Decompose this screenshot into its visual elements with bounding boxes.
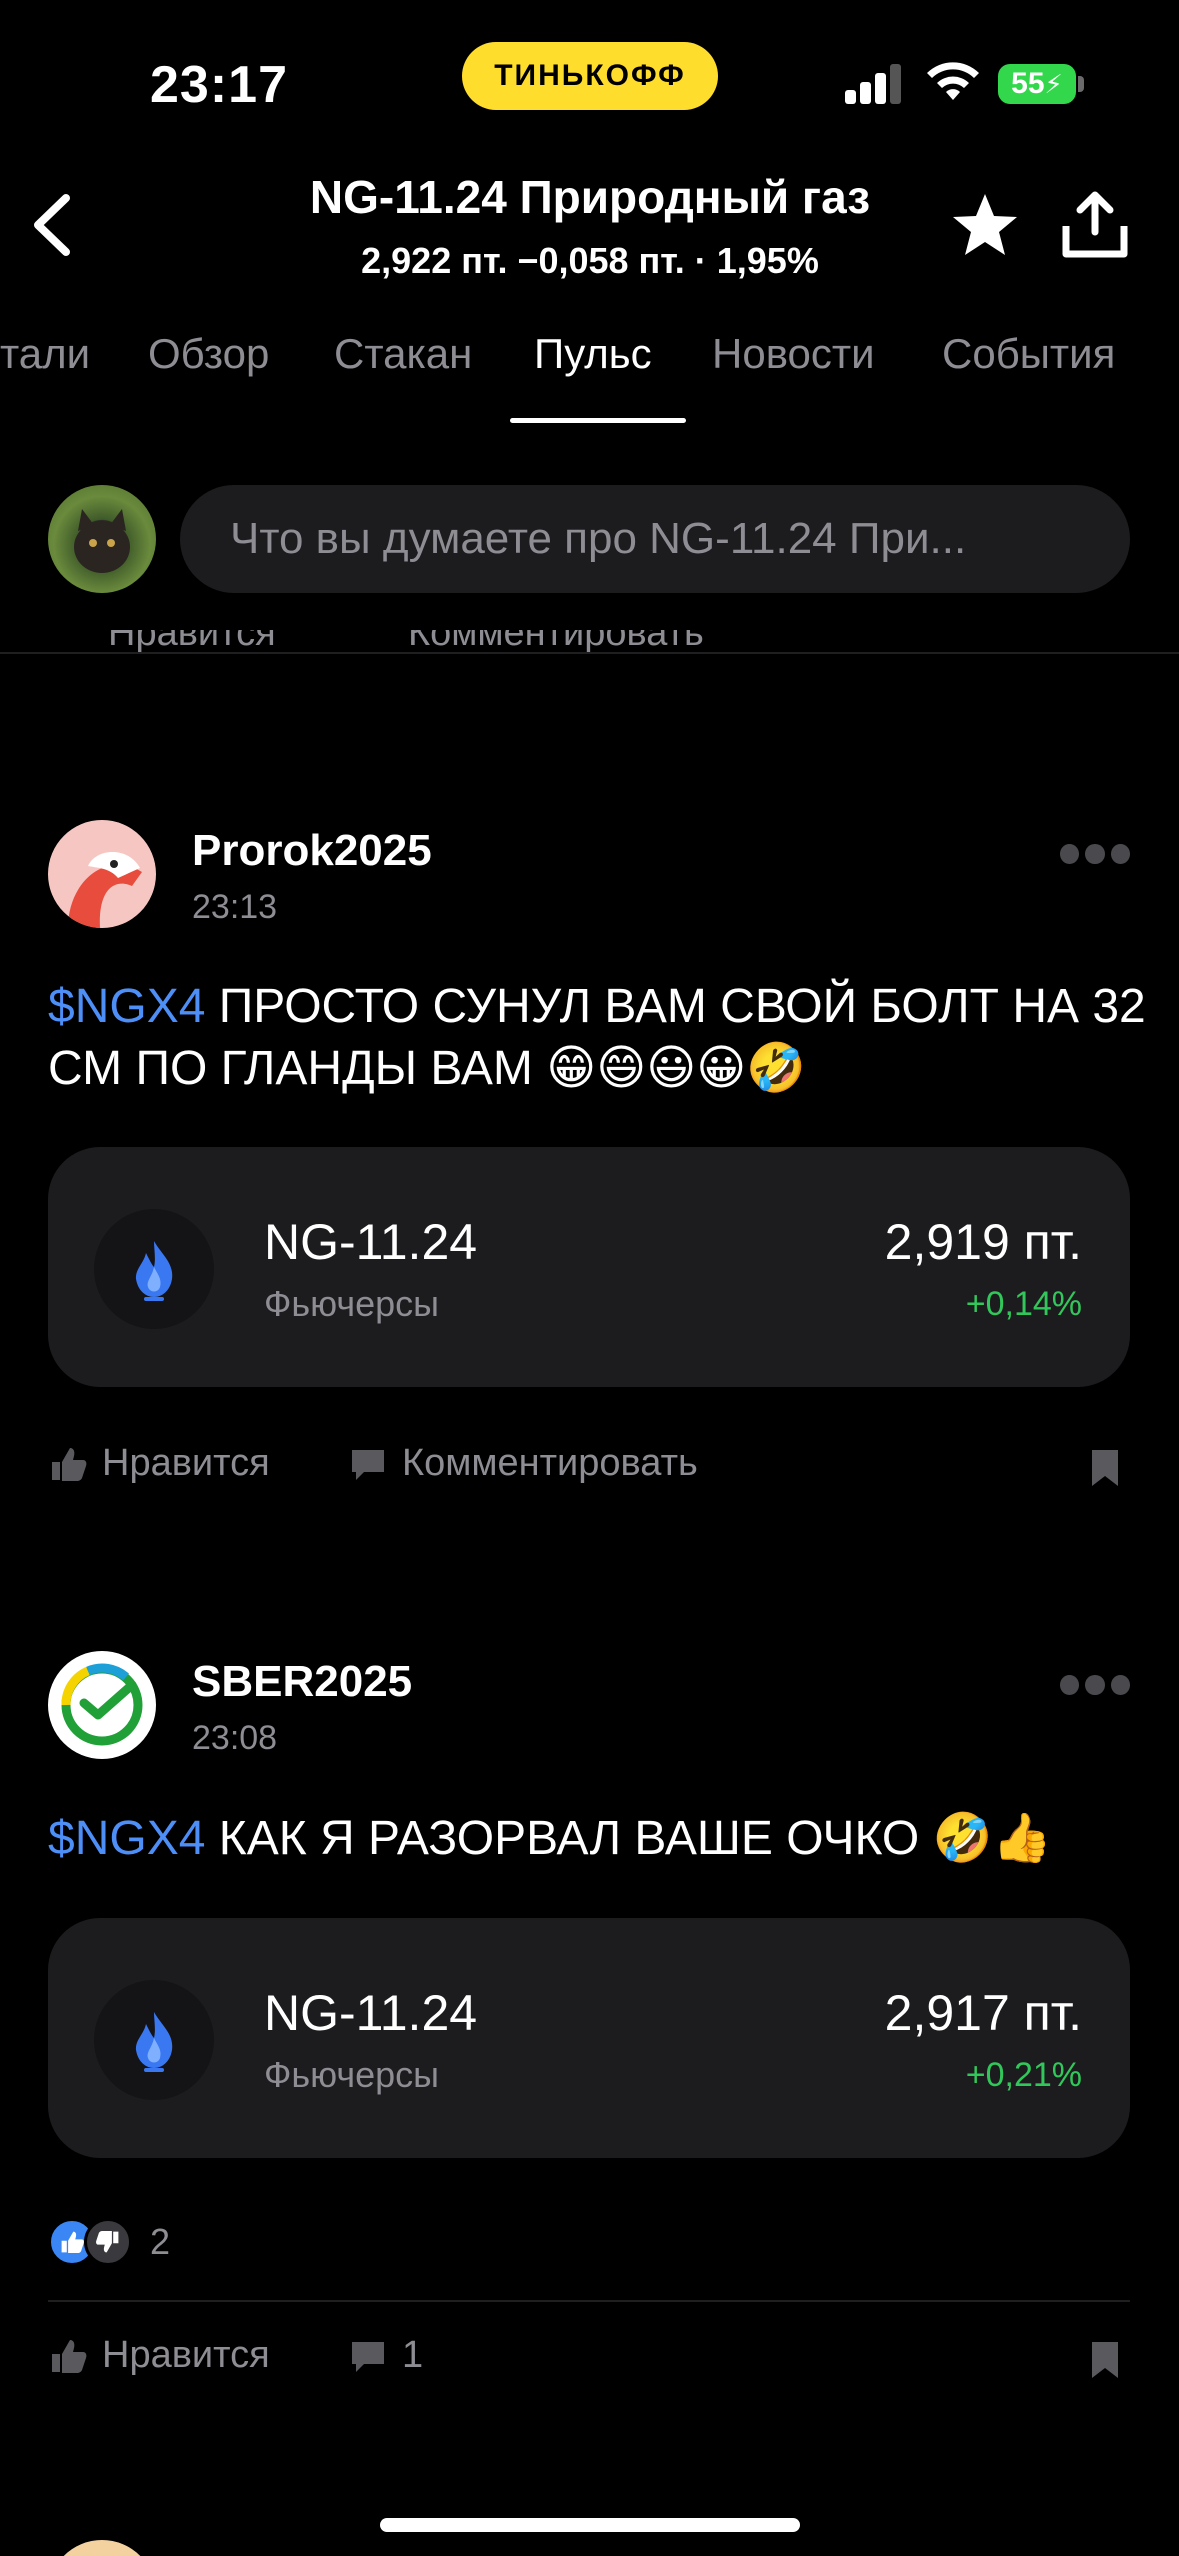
tab-overview[interactable]: Обзор [148, 330, 269, 378]
bookmark-icon[interactable] [1090, 1448, 1120, 1488]
post-author[interactable]: SBER2025 [192, 1657, 412, 1707]
tab-news[interactable]: Новости [712, 330, 875, 378]
prev-comment-label[interactable]: Комментировать [408, 630, 704, 654]
prev-like-label[interactable]: Нравится [108, 630, 276, 654]
instrument-card[interactable]: NG-11.24 Фьючерсы 2,917 пт. +0,21% [48, 1918, 1130, 2158]
cellular-signal-icon [845, 64, 903, 104]
post-actions: Нравится Комментировать [48, 1442, 1130, 1502]
ticker-link[interactable]: $NGX4 [48, 1812, 205, 1865]
dislike-reaction-icon [84, 2218, 132, 2266]
instrument-change: +0,21% [965, 2056, 1082, 2094]
avatar[interactable] [48, 1651, 156, 1759]
post-time: 23:13 [192, 888, 278, 926]
divider [48, 2300, 1130, 2302]
instrument-type: Фьючерсы [264, 2054, 440, 2095]
comment-count: 1 [402, 2334, 424, 2376]
price-summary: 2,922 пт. −0,058 пт. · 1,95% [361, 240, 819, 281]
thumbs-up-icon [52, 1447, 87, 1481]
comment-icon [352, 1449, 384, 1480]
tab-order-book[interactable]: Стакан [334, 330, 472, 378]
battery-tip [1078, 76, 1084, 92]
gas-flame-icon [94, 1209, 214, 1329]
gas-flame-icon [94, 1980, 214, 2100]
more-options-icon[interactable] [1060, 1671, 1130, 1699]
post-body: КАК Я РАЗОРВАЛ ВАШЕ ОЧКО 🤣👍 [205, 1812, 1053, 1865]
ticker-link[interactable]: $NGX4 [48, 980, 205, 1033]
charging-bolt-icon: ⚡ [1044, 68, 1063, 99]
instrument-name: NG-11.24 [264, 1214, 478, 1270]
instrument-type: Фьючерсы [264, 1283, 440, 1324]
comment-label: Комментировать [402, 1442, 698, 1484]
battery-indicator: 55 ⚡ [998, 64, 1076, 104]
comment-button[interactable]: 1 [348, 2334, 423, 2377]
back-arrow-icon[interactable] [22, 190, 82, 260]
wifi-icon [927, 62, 979, 100]
tab-details[interactable]: тали [0, 330, 90, 378]
reactions-summary[interactable]: 2 [48, 2218, 170, 2266]
home-indicator[interactable] [380, 2518, 800, 2532]
brand-pill: ТИНЬКОФФ [462, 42, 718, 110]
share-icon[interactable] [1060, 190, 1130, 260]
section-tabs: тали Обзор Стакан Пульс Новости События [0, 330, 1179, 430]
like-button[interactable]: Нравится [48, 2334, 270, 2377]
like-label: Нравится [102, 1442, 270, 1484]
tab-pulse[interactable]: Пульс [534, 330, 652, 378]
divider [0, 652, 1179, 654]
avatar[interactable] [48, 820, 156, 928]
like-button[interactable]: Нравится [48, 1442, 270, 1485]
instrument-name: NG-11.24 [264, 1985, 478, 2041]
instrument-price: 2,919 пт. [884, 1214, 1082, 1270]
comment-icon [352, 2341, 384, 2372]
like-label: Нравится [102, 2334, 270, 2376]
battery-level: 55 [1011, 67, 1045, 100]
active-tab-indicator [510, 418, 686, 423]
thumbs-up-icon [52, 2339, 87, 2373]
sber-logo-avatar [61, 1663, 143, 1746]
my-avatar[interactable] [48, 485, 156, 593]
post-body: ПРОСТО СУНУЛ ВАМ СВОЙ БОЛТ НА 32 СМ ПО Г… [48, 980, 1146, 1095]
instrument-card[interactable]: NG-11.24 Фьючерсы 2,919 пт. +0,14% [48, 1147, 1130, 1387]
next-post-avatar-clipped[interactable] [48, 2540, 156, 2556]
tab-events[interactable]: События [942, 330, 1115, 378]
previous-post-actions-clipped: Нравится Комментировать [48, 630, 1130, 654]
bookmark-icon[interactable] [1090, 2340, 1120, 2380]
reactions-count: 2 [150, 2221, 171, 2262]
instrument-price: 2,917 пт. [884, 1985, 1082, 2041]
more-options-icon[interactable] [1060, 840, 1130, 868]
post-author[interactable]: Prorok2025 [192, 826, 432, 876]
status-time: 23:17 [150, 56, 288, 114]
post-actions: Нравится 1 [48, 2334, 1130, 2394]
post-text: $NGX4 ПРОСТО СУНУЛ ВАМ СВОЙ БОЛТ НА 32 С… [48, 976, 1148, 1100]
page-title: NG-11.24 Природный газ [309, 171, 871, 223]
favorite-star-icon[interactable] [950, 190, 1020, 260]
post-time: 23:08 [192, 1719, 278, 1757]
cat-avatar-image [74, 509, 130, 573]
comment-button[interactable]: Комментировать [348, 1442, 698, 1485]
post-text: $NGX4 КАК Я РАЗОРВАЛ ВАШЕ ОЧКО 🤣👍 [48, 1808, 1148, 1870]
instrument-change: +0,14% [965, 1285, 1082, 1323]
parrot-avatar-image [68, 852, 142, 928]
post-composer-input[interactable]: Что вы думаете про NG-11.24 При... [180, 485, 1130, 593]
